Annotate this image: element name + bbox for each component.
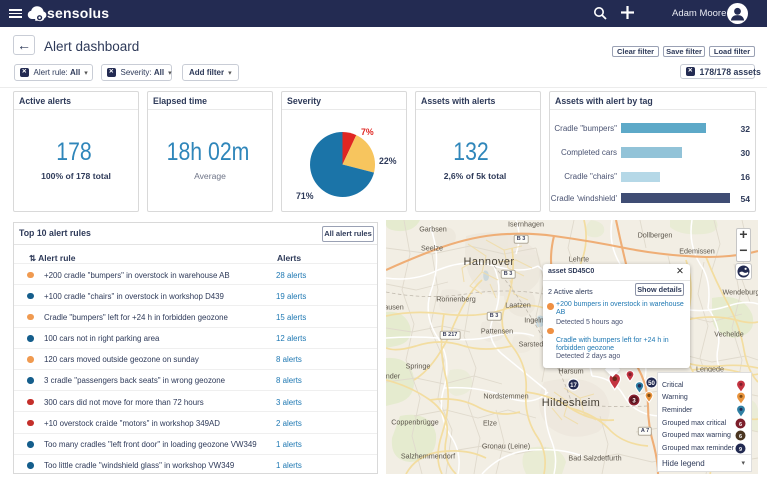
svg-text:7%: 7%	[361, 127, 374, 137]
svg-text:9: 9	[739, 447, 742, 453]
svg-text:6: 6	[739, 434, 742, 440]
svg-text:6: 6	[739, 422, 742, 428]
svg-text:22%: 22%	[379, 156, 397, 166]
svg-text:17: 17	[570, 383, 577, 389]
svg-text:71%: 71%	[296, 191, 314, 201]
svg-text:50: 50	[648, 381, 655, 387]
